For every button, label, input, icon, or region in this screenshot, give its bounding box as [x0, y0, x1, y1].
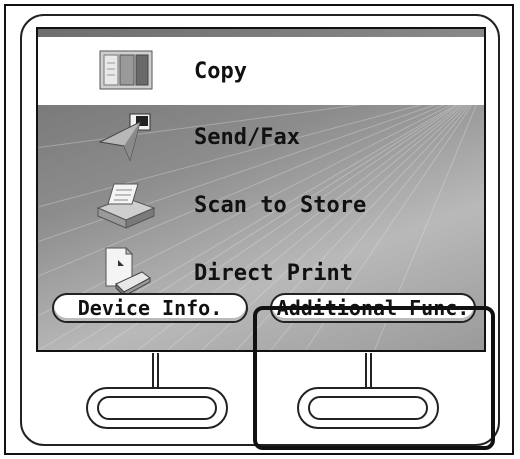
menu-label-scan-to-store: Scan to Store	[194, 192, 367, 218]
menu-label-send-fax: Send/Fax	[194, 124, 300, 150]
copy-icon	[94, 43, 158, 99]
left-function-key-face	[97, 396, 217, 420]
menu-item-scan-to-store[interactable]: Scan to Store	[38, 171, 484, 239]
scan-icon	[94, 177, 158, 233]
menu-label-direct-print: Direct Print	[194, 260, 353, 286]
send-fax-icon	[94, 109, 158, 165]
additional-func-button[interactable]: Additional Func.	[270, 293, 476, 323]
right-function-key[interactable]	[297, 387, 439, 429]
menu-item-copy[interactable]: Copy	[38, 37, 484, 105]
right-function-key-face	[308, 396, 428, 420]
left-key-connector	[152, 353, 159, 387]
left-function-key[interactable]	[86, 387, 228, 429]
device-info-button[interactable]: Device Info.	[52, 293, 248, 323]
menu-item-send-fax[interactable]: Send/Fax	[38, 103, 484, 171]
menu-label-copy: Copy	[194, 58, 247, 84]
right-key-connector	[365, 353, 372, 387]
